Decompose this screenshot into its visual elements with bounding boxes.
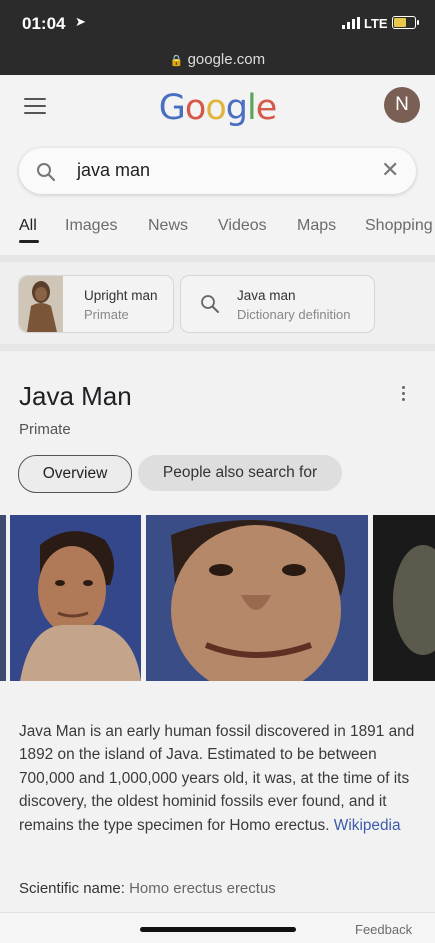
section-divider	[0, 255, 435, 262]
address-bar[interactable]: 🔒 google.com	[0, 44, 435, 75]
search-input[interactable]: java man	[77, 160, 150, 181]
logo-letter: o	[205, 88, 226, 128]
upright-man-thumbnail	[19, 276, 63, 332]
more-options-icon[interactable]	[400, 386, 406, 404]
scientific-name-value: Homo erectus erectus	[129, 880, 276, 897]
image-thumbnail[interactable]	[10, 515, 141, 681]
search-tabs: All Images News Videos Maps Shopping	[0, 210, 435, 245]
location-arrow-icon: ➤	[75, 14, 86, 29]
tab-shopping[interactable]: Shopping	[365, 217, 433, 235]
active-tab-indicator	[19, 240, 39, 243]
entity-subtitle: Primate	[19, 421, 71, 438]
entity-description: Java Man is an early human fossil discov…	[19, 720, 419, 837]
logo-letter: o	[184, 88, 206, 128]
feedback-link[interactable]: Feedback	[355, 922, 412, 937]
clear-search-icon[interactable]: ✕	[381, 157, 399, 183]
logo-letter: e	[255, 88, 278, 128]
chip-java-man-definition[interactable]: Java man Dictionary definition	[180, 275, 375, 333]
url-text: google.com	[187, 51, 266, 68]
battery-icon	[392, 16, 419, 29]
search-icon	[201, 295, 219, 313]
chip-title: Upright man	[84, 288, 158, 303]
status-time: 01:04	[22, 14, 66, 33]
chip-title: Java man	[237, 288, 296, 303]
image-thumbnail[interactable]	[0, 515, 6, 681]
logo-letter: g	[225, 88, 248, 128]
tab-images[interactable]: Images	[65, 217, 117, 235]
scientific-name-label: Scientific name:	[19, 880, 125, 897]
tab-maps[interactable]: Maps	[297, 217, 336, 235]
tab-all[interactable]: All	[19, 217, 37, 235]
wikipedia-link[interactable]: Wikipedia	[334, 817, 401, 834]
google-logo[interactable]: Google	[0, 88, 435, 128]
account-avatar[interactable]: N	[384, 87, 420, 123]
home-indicator[interactable]	[140, 927, 296, 932]
search-icon[interactable]	[36, 162, 56, 182]
carrier-label: LTE	[364, 16, 388, 31]
overview-pill[interactable]: Overview	[18, 455, 132, 493]
entity-title: Java Man	[19, 381, 132, 411]
logo-letter: l	[246, 88, 257, 128]
tab-videos[interactable]: Videos	[218, 217, 267, 235]
chip-subtitle: Dictionary definition	[237, 307, 351, 322]
section-divider	[0, 344, 435, 351]
lock-icon: 🔒	[169, 55, 184, 67]
chip-subtitle: Primate	[84, 307, 129, 322]
search-box[interactable]: java man ✕	[19, 148, 416, 194]
chip-upright-man[interactable]: Upright man Primate	[18, 275, 174, 333]
signal-icon	[342, 17, 362, 29]
status-bar: 01:04 ➤ LTE	[0, 0, 435, 44]
image-thumbnail[interactable]	[146, 515, 368, 681]
people-also-search-pill[interactable]: People also search for	[138, 455, 342, 491]
image-thumbnail[interactable]	[373, 515, 435, 681]
scientific-name-row: Scientific name: Homo erectus erectus	[19, 880, 276, 897]
logo-letter: G	[158, 88, 186, 128]
tab-news[interactable]: News	[148, 217, 188, 235]
